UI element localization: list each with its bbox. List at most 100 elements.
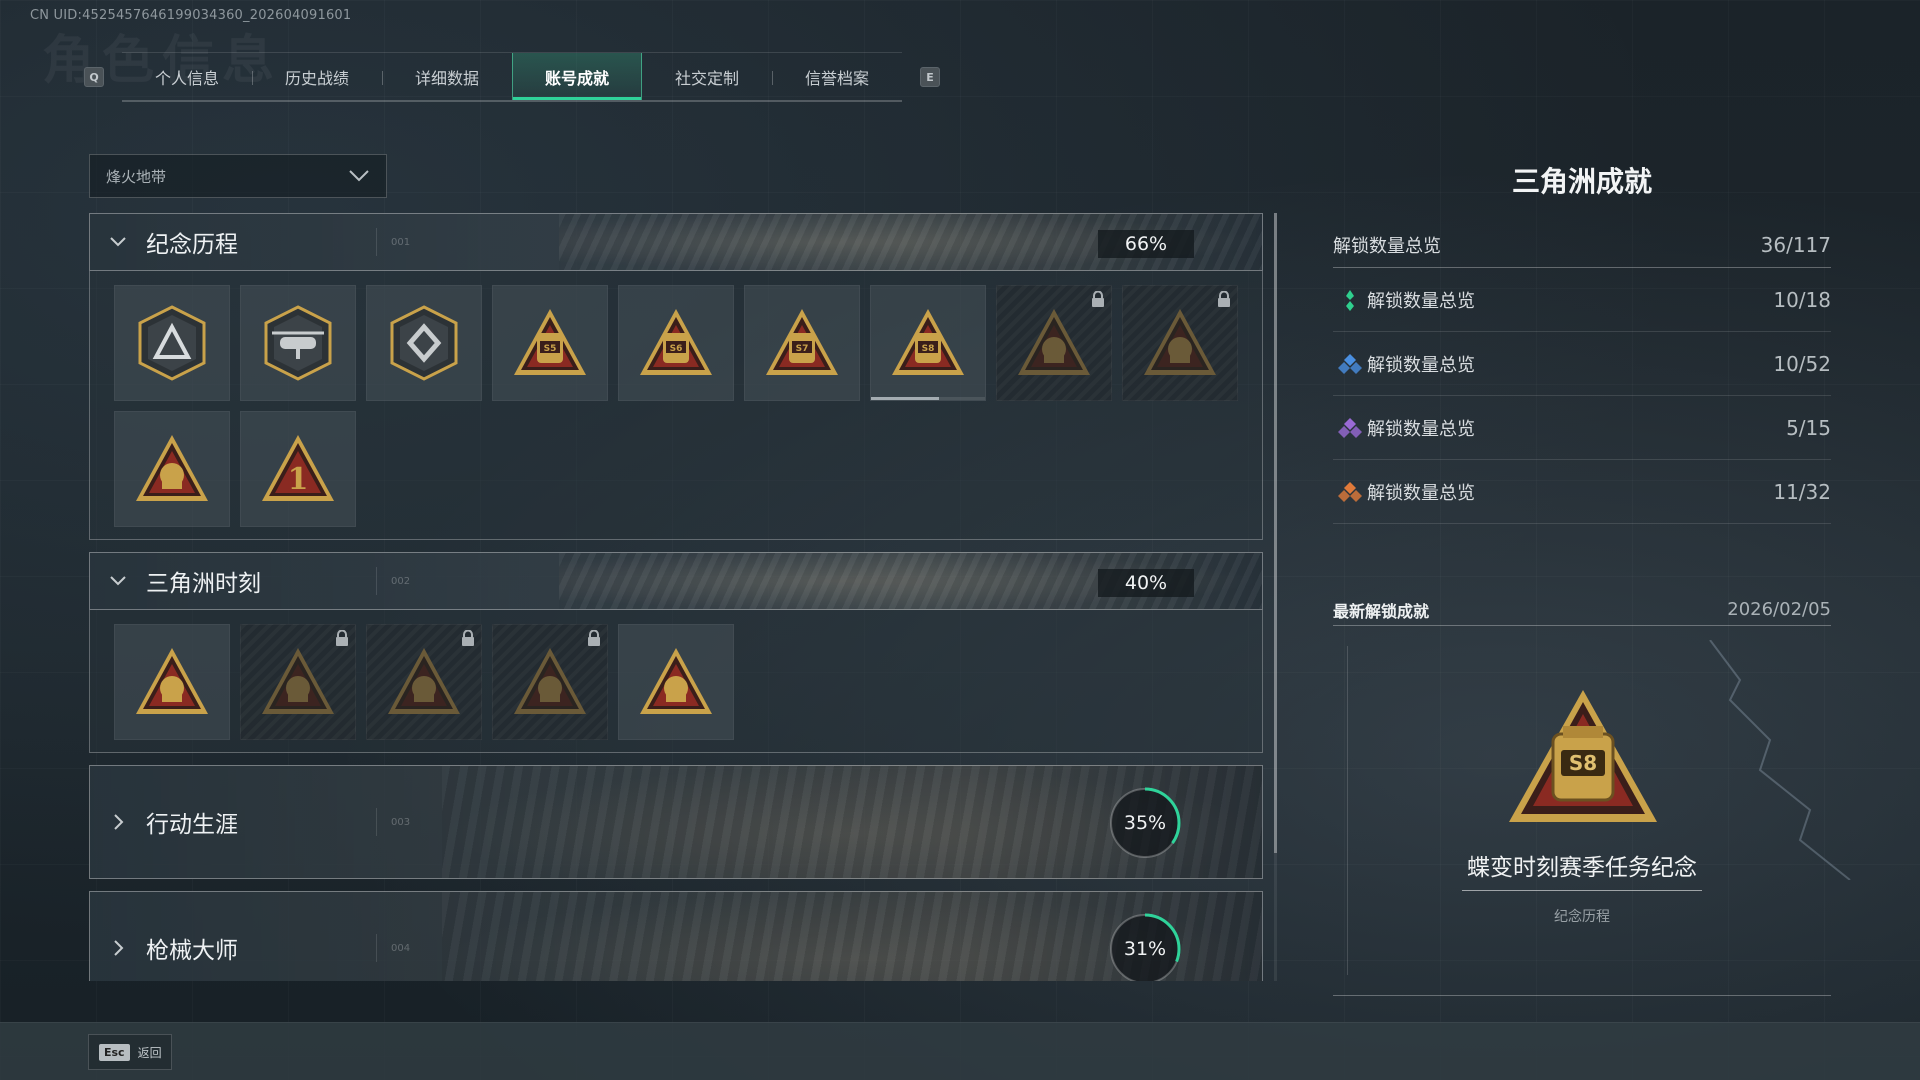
section-title: 纪念历程 <box>146 232 238 258</box>
progress-ring: 31% <box>1108 912 1182 981</box>
achievement-badge[interactable] <box>114 411 230 527</box>
latest-name: 蝶变时刻赛季任务纪念 <box>1467 855 1697 881</box>
rarity-label: 解锁数量总览 <box>1367 482 1475 504</box>
rarity-value: 10/52 <box>1773 351 1831 376</box>
collapse-toggle[interactable] <box>90 571 146 591</box>
rarity-row: 解锁数量总览 11/32 <box>1333 460 1831 524</box>
achievement-badge[interactable]: S5 <box>492 285 608 401</box>
esc-key: Esc <box>99 1043 130 1061</box>
tab-list: 个人信息 历史战绩 详细数据 账号成就 社交定制 信誉档案 <box>122 52 902 102</box>
svg-text:S8: S8 <box>922 344 935 354</box>
achievement-badge[interactable] <box>114 285 230 401</box>
latest-achievement-card[interactable]: S8 蝶变时刻赛季任务纪念 纪念历程 <box>1333 626 1831 996</box>
next-tab-key[interactable]: E <box>920 67 940 87</box>
achievement-badge[interactable] <box>114 624 230 740</box>
lock-icon <box>336 630 348 646</box>
section-title: 枪械大师 <box>146 938 238 964</box>
achievement-badge[interactable] <box>240 285 356 401</box>
gem-wrap <box>1333 416 1367 440</box>
rarity-row: 解锁数量总览 10/18 <box>1333 268 1831 332</box>
chevron-down-icon <box>110 576 126 586</box>
section-header[interactable]: 三角洲时刻 002 40% <box>89 552 1263 610</box>
collapse-toggle[interactable] <box>90 232 146 252</box>
expand-toggle[interactable] <box>90 938 146 958</box>
s7-season-badge-icon: S7 <box>766 309 838 375</box>
mask-badge-icon <box>1018 309 1090 375</box>
tab-4[interactable]: 社交定制 <box>642 53 772 100</box>
achievement-badge[interactable] <box>618 624 734 740</box>
s8-season-badge-icon: S8 <box>892 309 964 375</box>
achievement-badge[interactable] <box>366 285 482 401</box>
rarity-label: 解锁数量总览 <box>1367 354 1475 376</box>
uid-label: CN UID:4525457646199034360_202604091601 <box>30 8 352 23</box>
svg-text:1: 1 <box>288 462 309 497</box>
back-button[interactable]: Esc 返回 <box>88 1034 172 1070</box>
mode-select-value: 烽火地带 <box>106 167 167 186</box>
mode-select[interactable]: 烽火地带 <box>89 154 387 198</box>
lock-icon <box>1218 291 1230 307</box>
tab-1[interactable]: 历史战绩 <box>252 53 382 100</box>
progress-ring: 35% <box>1108 786 1182 860</box>
collapsed-section[interactable]: 行动生涯 003 35% <box>89 765 1263 879</box>
latest-label: 最新解锁成就 <box>1333 601 1430 621</box>
orange-gem-icon <box>1338 481 1362 502</box>
section-number: 001 <box>376 228 410 256</box>
blue-gem-icon <box>1338 353 1362 374</box>
expand-toggle[interactable] <box>90 812 146 832</box>
total-label: 解锁数量总览 <box>1333 235 1441 257</box>
badge-grid <box>89 610 1263 753</box>
rarity-value: 10/18 <box>1773 287 1831 312</box>
svg-text:S6: S6 <box>670 344 683 354</box>
latest-header: 最新解锁成就 2026/02/05 <box>1333 594 1831 626</box>
summary-panel: 三角洲成就 解锁数量总览 36/117 解锁数量总览 10/18 解锁数量总览 10/… <box>1333 160 1831 996</box>
prev-tab-key[interactable]: Q <box>84 67 104 87</box>
achievement-badge[interactable] <box>1122 285 1238 401</box>
rarity-label: 解锁数量总览 <box>1367 290 1475 312</box>
scrollbar-thumb[interactable] <box>1274 213 1277 853</box>
number-one-badge-icon: 1 <box>262 435 334 501</box>
achievement-badge[interactable]: S6 <box>618 285 734 401</box>
lock-icon <box>462 630 474 646</box>
tab-0[interactable]: 个人信息 <box>122 53 252 100</box>
achievement-badge[interactable] <box>240 624 356 740</box>
skull-badge-icon <box>262 648 334 714</box>
achievement-badge[interactable] <box>492 624 608 740</box>
back-label: 返回 <box>137 1045 162 1060</box>
ring-percent: 31% <box>1123 938 1167 960</box>
triangle-shield-badge-icon <box>138 305 206 381</box>
runner-badge-icon <box>388 648 460 714</box>
section-percent: 66% <box>1098 230 1194 258</box>
achievement-badge[interactable]: S8 <box>870 285 986 401</box>
tab-2[interactable]: 详细数据 <box>382 53 512 100</box>
diamond-shield-badge-icon <box>390 305 458 381</box>
latest-badge-text: S8 <box>1569 751 1597 775</box>
name-underline <box>1462 890 1702 891</box>
total-value: 36/117 <box>1760 232 1831 257</box>
rarity-value: 5/15 <box>1786 415 1831 440</box>
achievement-badge[interactable]: 1 <box>240 411 356 527</box>
green-gem-icon <box>1346 289 1354 311</box>
rarity-label: 解锁数量总览 <box>1367 418 1475 440</box>
badge-grid: S5 S6 S7 S8 1 <box>89 271 1263 540</box>
gem-wrap <box>1333 352 1367 376</box>
rarity-rows: 解锁数量总览 10/18 解锁数量总览 10/52 解锁数量总览 5/15 解锁数量总览 11… <box>1333 268 1831 524</box>
achievement-list: 纪念历程 001 66% S5 S6 S7 S8 1 三角洲时刻 002 40% 行动生涯 003 35%… <box>89 213 1263 981</box>
chevron-right-icon <box>114 814 124 830</box>
section-number: 004 <box>376 934 410 962</box>
tab-3[interactable]: 账号成就 <box>512 53 642 100</box>
collapsed-section[interactable]: 枪械大师 004 31% <box>89 891 1263 981</box>
lock-icon <box>1092 291 1104 307</box>
achievement-badge[interactable]: S7 <box>744 285 860 401</box>
achievement-badge[interactable] <box>366 624 482 740</box>
crossed-rifles-badge-icon <box>1144 309 1216 375</box>
section-header[interactable]: 纪念历程 001 66% <box>89 213 1263 271</box>
section-number: 003 <box>376 808 410 836</box>
achievement-badge[interactable] <box>996 285 1112 401</box>
total-row: 解锁数量总览 36/117 <box>1333 222 1831 268</box>
gem-wrap <box>1333 288 1367 312</box>
ring-percent: 35% <box>1123 812 1167 834</box>
bottom-bar <box>0 1022 1920 1080</box>
section-title: 三角洲时刻 <box>146 571 261 597</box>
tab-5[interactable]: 信誉档案 <box>772 53 902 100</box>
chevron-down-icon <box>349 170 369 182</box>
